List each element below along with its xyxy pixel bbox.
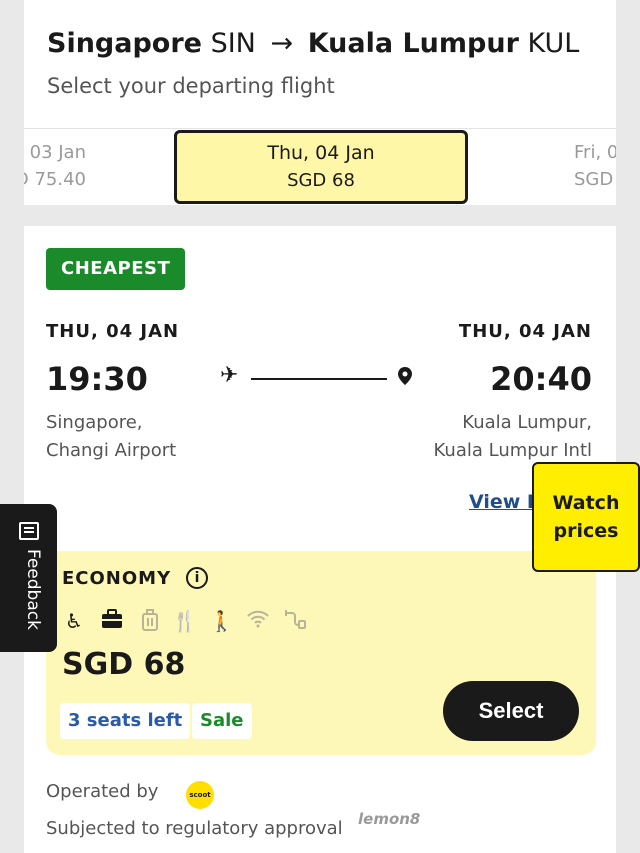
departure-airport-name: Changi Airport [46, 440, 177, 461]
seats-left-badge: 3 seats left [60, 703, 191, 739]
scoot-logo: scoot [186, 781, 214, 809]
date-option-prev[interactable]: 03 Jan SGD 75.40 [24, 129, 174, 205]
route-title: Singapore SIN → Kuala Lumpur KUL [47, 28, 579, 59]
sale-badge: Sale [192, 703, 252, 739]
departure-time: 19:30 [46, 360, 148, 398]
cheapest-badge: CHEAPEST [46, 248, 186, 290]
walking-icon: 🚶 [209, 609, 234, 633]
date-price: SGD 75.40 [24, 169, 86, 190]
user-watermark [428, 812, 608, 832]
date-option-selected[interactable]: Thu, 04 Jan SGD 68 [174, 130, 468, 204]
arrival-time: 20:40 [490, 360, 592, 398]
briefcase-icon [100, 609, 124, 633]
departure-airport: Singapore, Changi Airport [46, 409, 176, 465]
view-details-link[interactable]: View Details [469, 491, 539, 513]
departure-city: Singapore, [46, 412, 143, 433]
origin-code: SIN [210, 28, 256, 59]
arrival-date: THU, 04 JAN [458, 321, 592, 342]
regulatory-note: Subjected to regulatory approval [46, 818, 343, 839]
wifi-icon [246, 609, 270, 633]
dest-city: Kuala Lumpur [307, 28, 519, 59]
select-button[interactable]: Select [443, 681, 579, 741]
feedback-icon [19, 522, 39, 540]
economy-fare-box[interactable]: ECONOMY i ♿ 🍴 🚶 SGD 68 3 seats left Sale… [46, 551, 596, 755]
origin-city: Singapore [47, 28, 202, 59]
date-selector: 03 Jan SGD 75.40 Thu, 04 Jan SGD 68 Fri,… [24, 128, 616, 205]
feedback-tab[interactable]: Feedback [0, 504, 57, 652]
flight-path: ✈ [220, 363, 420, 392]
fare-price: SGD 68 [62, 647, 186, 682]
date-price: SGD [574, 169, 614, 190]
info-icon[interactable]: i [186, 567, 208, 589]
lemon8-watermark: lemon8 [358, 810, 421, 828]
date-price: SGD 68 [287, 170, 355, 191]
fare-class: ECONOMY [62, 568, 172, 589]
flight-path-line [251, 378, 387, 380]
date-label: Thu, 04 Jan [267, 142, 375, 164]
route-header-card: Singapore SIN → Kuala Lumpur KUL Select … [24, 0, 616, 205]
meal-icon: 🍴 [172, 609, 197, 633]
feedback-label: Feedback [23, 549, 43, 630]
plane-icon: ✈ [220, 363, 239, 388]
arrival-airport-name: Kuala Lumpur Intl [433, 440, 592, 461]
wheelchair-icon: ♿ [65, 609, 83, 633]
arrival-airport: Kuala Lumpur, Kuala Lumpur Intl [434, 409, 592, 465]
date-label: 03 Jan [29, 142, 86, 163]
luggage-icon [138, 609, 162, 633]
power-icon [283, 609, 307, 633]
operated-by-label: Operated by [46, 781, 159, 802]
location-pin-icon [398, 367, 412, 385]
departure-date: THU, 04 JAN [46, 321, 180, 342]
arrow-right-icon: → [270, 28, 294, 59]
page-subtitle: Select your departing flight [47, 74, 335, 98]
arrival-city: Kuala Lumpur, [462, 412, 592, 433]
date-label: Fri, 05 Jan [574, 142, 616, 163]
date-option-next[interactable]: Fri, 05 Jan SGD [556, 129, 616, 205]
dest-code: KUL [527, 28, 580, 59]
flight-card: CHEAPEST THU, 04 JAN THU, 04 JAN 19:30 2… [24, 226, 616, 853]
watch-prices-button[interactable]: Watch prices [532, 462, 640, 572]
